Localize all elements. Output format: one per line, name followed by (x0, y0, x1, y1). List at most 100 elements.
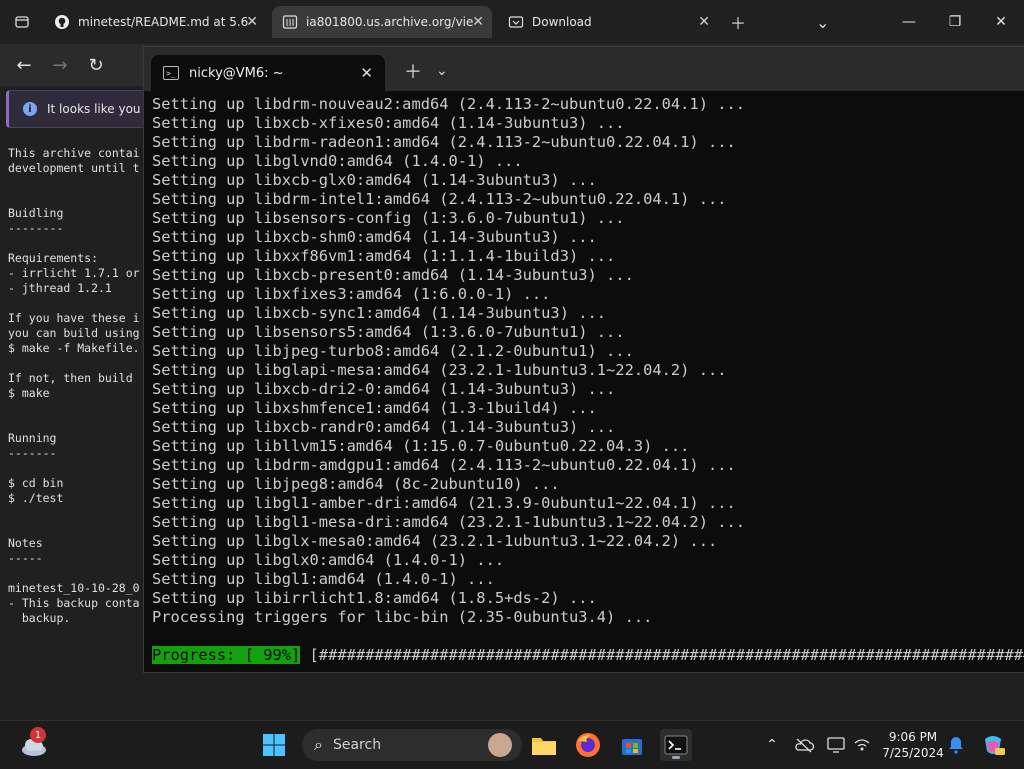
browser-tab-download[interactable]: Download ✕ (498, 6, 718, 38)
page-text-line: - jthread 1.2.1 (8, 281, 112, 295)
browser-tab-bar: minetest/README.md at 5.6.1 · ✕ ia801800… (0, 0, 1024, 44)
workspaces-icon (14, 14, 30, 30)
page-text-line (8, 191, 144, 206)
page-text-line: Running (8, 431, 57, 445)
copilot-icon (985, 736, 1005, 755)
restore-button[interactable]: ❐ (932, 0, 978, 44)
close-tab-icon[interactable]: ✕ (360, 64, 373, 82)
refresh-button[interactable]: ↻ (82, 52, 110, 78)
monitor-icon (827, 737, 845, 753)
clock-date: 7/25/2024 (882, 746, 944, 760)
notification-badge: 1 (30, 727, 46, 743)
minimize-button[interactable]: — (886, 0, 932, 44)
page-text-line: Buidling (8, 206, 64, 220)
terminal-line: Setting up libgl1-amber-dri:amd64 (21.3.… (152, 494, 736, 512)
network-status[interactable] (850, 729, 874, 761)
terminal-line: Setting up libdrm-nouveau2:amd64 (2.4.11… (152, 95, 746, 113)
notifications-button[interactable] (944, 729, 968, 761)
onedrive-status[interactable] (792, 729, 816, 761)
browser-tab-github[interactable]: minetest/README.md at 5.6.1 · ✕ (44, 6, 266, 38)
minimize-icon: — (902, 14, 916, 30)
chevron-up-icon: ⌃ (766, 737, 778, 753)
tab-actions-menu[interactable] (4, 6, 38, 38)
windows-icon (263, 734, 285, 756)
terminal-tab[interactable]: >_ nicky@VM6: ~ ✕ (151, 55, 385, 91)
page-text-line: ------- (8, 446, 57, 460)
page-text-line: development until t (8, 161, 140, 175)
progress-bar-text: [#######################################… (300, 646, 1024, 664)
search-icon: ⌕ (314, 735, 323, 754)
page-text-line: $ make -f Makefile. (8, 341, 140, 355)
forward-button[interactable]: → (46, 52, 74, 78)
page-text-line (8, 176, 144, 191)
close-icon: ✕ (995, 14, 1007, 30)
close-window-button[interactable]: ✕ (978, 0, 1024, 44)
start-button[interactable] (258, 729, 290, 761)
taskbar-firefox[interactable] (572, 729, 604, 761)
refresh-icon: ↻ (88, 54, 104, 76)
tab-title: ia801800.us.archive.org/view_a (306, 15, 474, 29)
page-text-line: minetest_10-10-28_0 (8, 581, 140, 595)
terminal-line: Setting up libxcb-present0:amd64 (1.14-3… (152, 266, 634, 284)
terminal-window[interactable]: >_ nicky@VM6: ~ ✕ ＋ ⌄ Setting up libdrm-… (143, 46, 1024, 673)
close-tab-icon[interactable]: ✕ (246, 14, 258, 30)
terminal-line: Setting up libxcb-sync1:amd64 (1.14-3ubu… (152, 304, 607, 322)
active-indicator (672, 756, 680, 759)
page-text-line: backup. (8, 611, 71, 625)
page-text-line: Requirements: (8, 251, 99, 265)
page-text-line (8, 461, 144, 476)
new-terminal-tab-button[interactable]: ＋ (404, 59, 422, 83)
terminal-line: Setting up libglapi-mesa:amd64 (23.2.1-1… (152, 361, 727, 379)
terminal-line: Setting up libgl1:amd64 (1.4.0-1) ... (152, 570, 495, 588)
taskbar-terminal[interactable] (660, 729, 692, 761)
tab-list-button[interactable]: ⌄ (816, 6, 836, 38)
terminal-line: Setting up libxcb-shm0:amd64 (1.14-3ubun… (152, 228, 597, 246)
progress-label: Progress: [ 99%] (152, 646, 301, 664)
firefox-icon (576, 733, 600, 757)
system-clock[interactable]: 9:06 PM 7/25/2024 (880, 729, 946, 761)
terminal-line: Setting up libjpeg-turbo8:amd64 (2.1.2-0… (152, 342, 634, 360)
page-text-line (8, 401, 144, 416)
info-icon: i (23, 102, 37, 116)
taskbar-search[interactable]: ⌕ Search (302, 729, 522, 761)
back-button[interactable]: ← (10, 52, 38, 78)
terminal-line: Setting up libjpeg8:amd64 (8c-2ubuntu10)… (152, 475, 560, 493)
taskbar-file-explorer[interactable] (528, 729, 560, 761)
terminal-output[interactable]: Setting up libdrm-nouveau2:amd64 (2.4.11… (152, 95, 1022, 635)
folder-icon (532, 738, 556, 755)
search-highlight-icon (488, 733, 512, 757)
page-text-line (8, 566, 144, 581)
network-icon (854, 739, 870, 751)
terminal-dropdown-button[interactable]: ⌄ (436, 59, 448, 83)
terminal-line: Setting up libglx-mesa0:amd64 (23.2.1-1u… (152, 532, 718, 550)
close-tab-icon[interactable]: ✕ (698, 14, 710, 30)
show-hidden-icons-button[interactable]: ⌃ (762, 729, 782, 761)
browser-tab-archive[interactable]: ia801800.us.archive.org/view_a ✕ (272, 6, 492, 38)
taskbar-store[interactable] (616, 729, 648, 761)
clock-time: 9:06 PM (888, 730, 938, 744)
chevron-down-icon: ⌄ (816, 12, 830, 32)
new-tab-button[interactable]: ＋ (730, 6, 750, 38)
page-text-line: ----- (8, 551, 43, 565)
page-text-line (8, 356, 144, 371)
download-icon (508, 14, 524, 30)
copilot-button[interactable] (978, 729, 1008, 761)
close-tab-icon[interactable]: ✕ (472, 14, 484, 30)
page-text-line (8, 296, 144, 311)
page-text-line: $ ./test (8, 491, 64, 505)
page-text-line (8, 521, 144, 536)
github-icon (54, 14, 70, 30)
terminal-line: Setting up libxcb-randr0:amd64 (1.14-3ub… (152, 418, 616, 436)
display-status[interactable] (824, 729, 848, 761)
page-text-line: you can build using (8, 326, 140, 340)
terminal-app-icon (664, 735, 688, 755)
tab-title: minetest/README.md at 5.6.1 · (78, 15, 248, 29)
taskbar: 1 ⌕ Search ⌃ 9:06 PM 7/25/2024 (0, 720, 1024, 769)
chevron-down-icon: ⌄ (436, 63, 448, 79)
terminal-line: Setting up libglvnd0:amd64 (1.4.0-1) ... (152, 152, 523, 170)
search-placeholder: Search (332, 737, 382, 753)
arrow-left-icon: ← (16, 54, 32, 76)
terminal-tab-title: nicky@VM6: ~ (189, 65, 284, 81)
terminal-line: Setting up libxcb-dri2-0:amd64 (1.14-3ub… (152, 380, 616, 398)
terminal-line: Setting up libxshmfence1:amd64 (1.3-1bui… (152, 399, 597, 417)
